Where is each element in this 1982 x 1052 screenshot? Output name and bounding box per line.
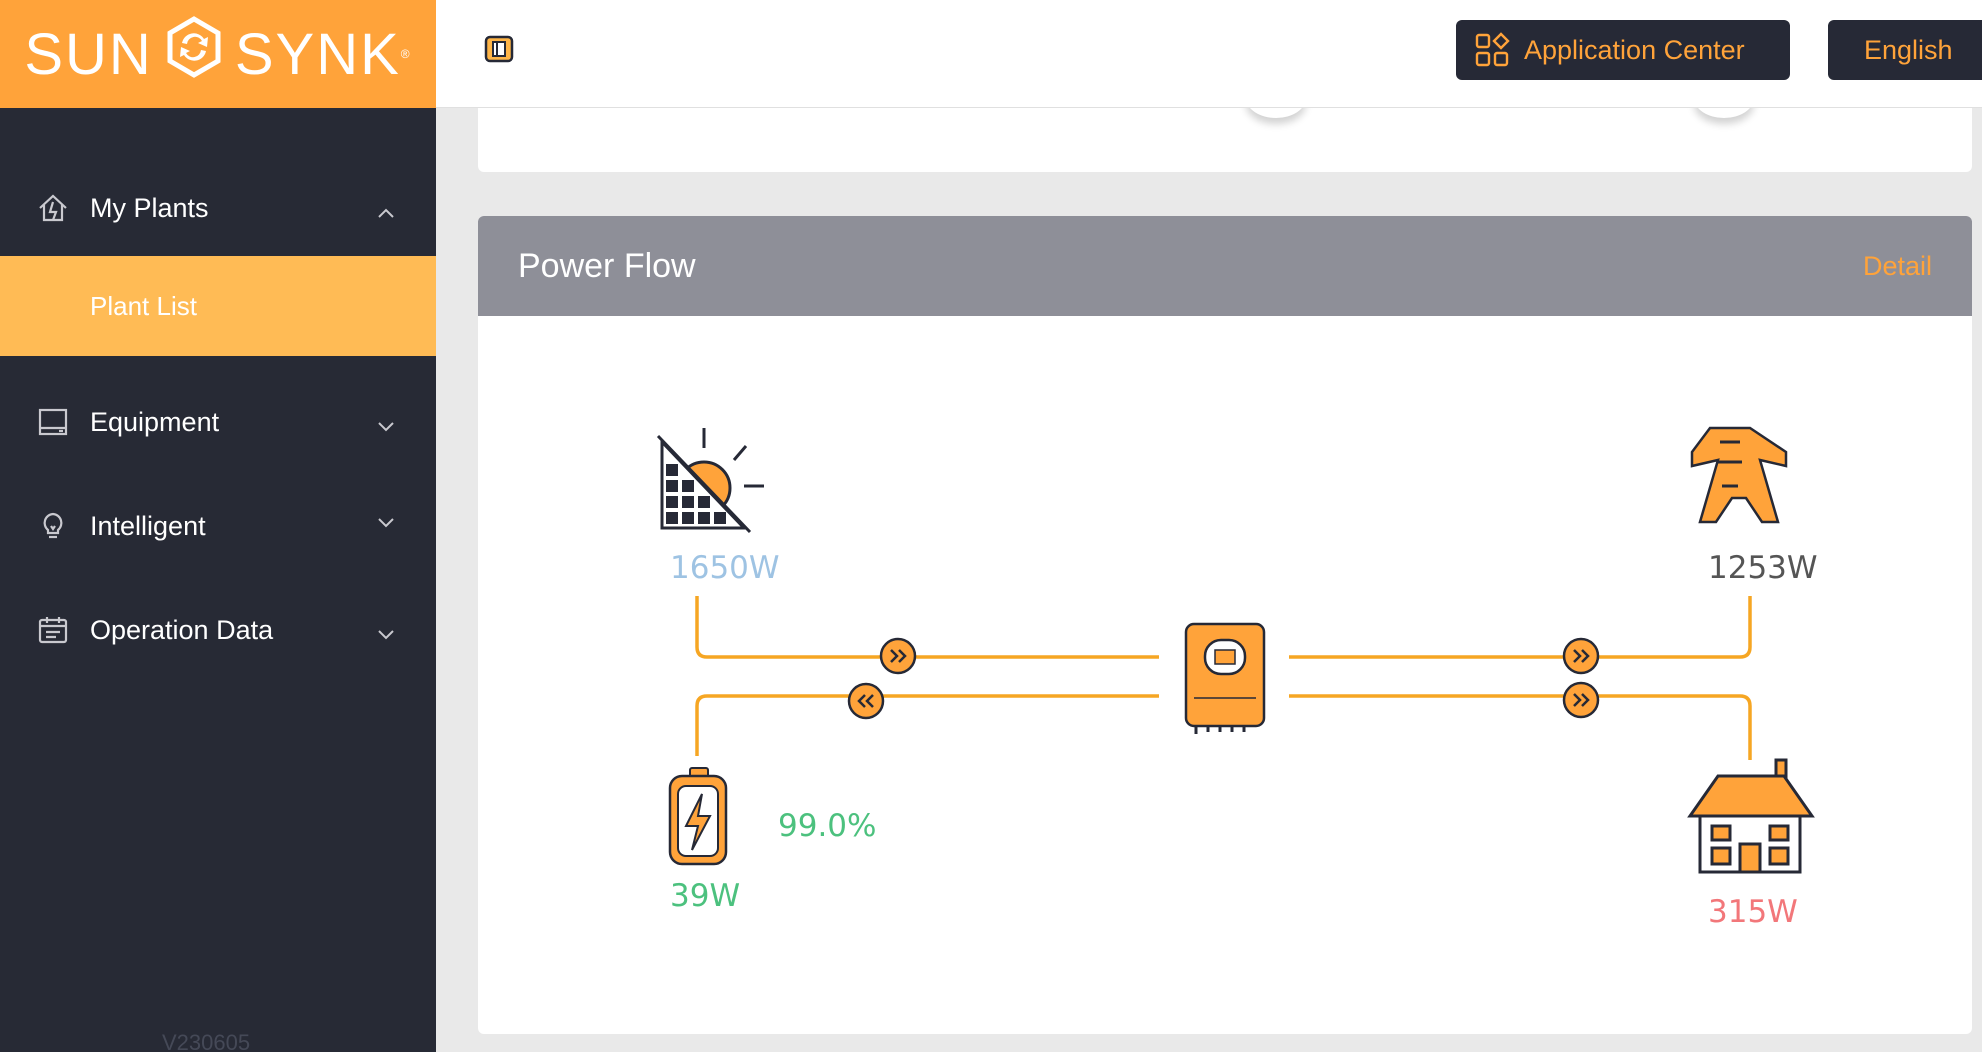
load-power-value: 315W [1708, 894, 1798, 930]
sidebar-item-intelligent[interactable]: Intelligent [0, 470, 436, 582]
sidebar-toggle-icon[interactable] [484, 34, 514, 64]
flow-line-grid [1289, 596, 1752, 659]
power-flow-card: Power Flow Detail 1650W 1253W 39W 99.0% … [478, 216, 1972, 1034]
sidebar-item-equipment[interactable]: Equipment [0, 374, 436, 470]
battery-power-value: 39W [670, 878, 741, 914]
logo-text-left: SUN [24, 21, 153, 87]
sidebar-item-label: My Plants [90, 192, 209, 223]
sidebar-item-operation-data[interactable]: Operation Data [0, 582, 436, 678]
chevron-down-icon [376, 618, 396, 649]
gauge-shadow [1246, 108, 1306, 118]
solar-power-value: 1650W [670, 550, 780, 586]
top-header: Application Center English [436, 0, 1982, 108]
sunsynk-logo-icon [163, 16, 225, 92]
chevron-down-icon [376, 410, 396, 441]
language-label: English [1864, 34, 1953, 65]
sidebar-item-label: Equipment [90, 406, 220, 437]
flow-arrow-right-icon [879, 637, 917, 675]
flow-line-battery [695, 694, 1159, 756]
home-icon [36, 191, 70, 225]
sidebar-item-plant-list[interactable]: Plant List [0, 256, 436, 356]
gauge-shadow [1694, 108, 1754, 118]
grid-power-value: 1253W [1708, 550, 1818, 586]
application-center-button[interactable]: Application Center [1456, 20, 1790, 80]
registered-mark: ® [400, 47, 412, 61]
flow-arrow-right-icon [1562, 681, 1600, 719]
sidebar-item-label: Intelligent [90, 510, 206, 541]
apps-grid-icon [1474, 32, 1510, 68]
logo[interactable]: SUN SYNK ® [0, 0, 436, 108]
chevron-down-icon [376, 506, 396, 537]
flow-arrow-left-icon [847, 682, 885, 720]
language-select[interactable]: English [1828, 20, 1982, 80]
flow-arrow-right-icon [1562, 637, 1600, 675]
version-label: V230605 [162, 1030, 251, 1052]
solar-panel-icon [656, 428, 764, 534]
summary-card-partial [478, 108, 1972, 172]
sidebar-nav: My Plants Plant List Equipment Intellige… [0, 160, 436, 678]
calendar-icon [36, 613, 70, 647]
chevron-up-icon [376, 196, 396, 227]
battery-icon [668, 767, 728, 866]
sidebar-item-label: Plant List [90, 290, 197, 321]
house-icon [1687, 758, 1815, 874]
sidebar-item-my-plants[interactable]: My Plants [0, 160, 436, 256]
lightbulb-icon [36, 509, 70, 543]
flow-line-solar [695, 596, 1159, 659]
inverter-icon [1184, 622, 1266, 734]
sidebar-item-label: Operation Data [90, 614, 274, 645]
logo-text-right: SYNK [234, 21, 401, 87]
application-center-label: Application Center [1524, 34, 1745, 65]
grid-tower-icon [1690, 426, 1788, 524]
sidebar: SUN SYNK ® My Plants Plant List Equipmen… [0, 0, 436, 1052]
battery-soc-value: 99.0% [778, 808, 877, 844]
monitor-icon [36, 405, 70, 439]
flow-line-load [1289, 694, 1752, 760]
